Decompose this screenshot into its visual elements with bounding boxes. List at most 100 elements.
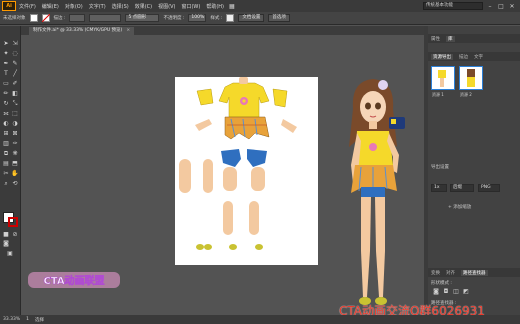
rotate-tool-icon[interactable]: ↻ <box>2 100 10 108</box>
screen-mode-icon[interactable]: ▣ <box>6 250 14 258</box>
exclude-icon[interactable]: ◩ <box>462 288 470 296</box>
tab-type[interactable]: 文字 <box>474 54 483 60</box>
tab-pathfinder[interactable]: 路径查找器 <box>461 269 488 276</box>
menu-type[interactable]: 文字(T) <box>86 3 109 10</box>
direct-selection-tool-icon[interactable]: ⇲ <box>11 40 19 48</box>
line-tool-icon[interactable]: ╱ <box>11 70 19 78</box>
preferences-button[interactable]: 首选项 <box>268 14 290 22</box>
arrange-documents-icon[interactable]: ▦ <box>229 3 235 10</box>
asset-label-2: 资源 2 <box>460 92 472 97</box>
brush-field[interactable]: 5 点圆形 <box>125 14 160 22</box>
rectangle-tool-icon[interactable]: ▭ <box>2 80 10 88</box>
tab-properties[interactable]: 属性 <box>431 36 440 42</box>
format-select[interactable]: PNG <box>478 184 500 192</box>
menu-window[interactable]: 窗口(W) <box>178 3 203 10</box>
opacity-label: 不透明度 : <box>163 16 185 21</box>
maximize-button[interactable]: □ <box>497 3 505 10</box>
document-tab[interactable]: 制作文件.ai* @ 33.33% (CMYK/GPU 预览) × <box>29 27 135 35</box>
workspace-select[interactable]: 传统基本功能 <box>423 2 483 10</box>
magic-wand-tool-icon[interactable]: ✦ <box>2 50 10 58</box>
minimize-button[interactable]: – <box>486 3 494 10</box>
panel-top-tabs: 属性 库 <box>428 34 520 43</box>
zoom-tool-icon[interactable]: ⌕ <box>2 180 10 188</box>
fill-stroke-control[interactable] <box>3 212 18 227</box>
app-logo: Ai <box>2 1 16 11</box>
shape-builder-tool-icon[interactable]: ◐ <box>2 120 10 128</box>
menu-view[interactable]: 视图(V) <box>155 3 178 10</box>
rotate-view-tool-icon[interactable]: ⟲ <box>11 180 19 188</box>
lasso-tool-icon[interactable]: ◌ <box>11 50 19 58</box>
menu-bar: Ai 文件(F) 编辑(E) 对象(O) 文字(T) 选择(S) 效果(C) 视… <box>0 0 520 12</box>
gradient-tool-icon[interactable]: ▥ <box>2 140 10 148</box>
paintbrush-tool-icon[interactable]: ✐ <box>11 80 19 88</box>
curvature-tool-icon[interactable]: ✎ <box>11 60 19 68</box>
tab-align[interactable]: 对齐 <box>446 270 455 276</box>
document-tab-label: 制作文件.ai* @ 33.33% (CMYK/GPU 预览) <box>33 28 123 33</box>
tab-transform[interactable]: 变换 <box>431 270 440 276</box>
width-tool-icon[interactable]: ⟗ <box>2 110 10 118</box>
free-transform-tool-icon[interactable]: ⬚ <box>11 110 19 118</box>
unite-icon[interactable]: ◙ <box>432 288 440 296</box>
close-button[interactable]: ✕ <box>508 3 516 10</box>
intersect-icon[interactable]: ◫ <box>452 288 460 296</box>
shaper-tool-icon[interactable]: ✏ <box>2 90 10 98</box>
selection-tool-icon[interactable]: ➤ <box>2 40 10 48</box>
style-label: 样式 : <box>210 16 223 21</box>
style-swatch[interactable] <box>226 14 235 22</box>
live-paint-tool-icon[interactable]: ◑ <box>11 120 19 128</box>
tools-panel: ➤ ⇲ ✦ ◌ ✒ ✎ T ╱ ▭ ✐ ✏ ◧ ↻ ⤡ ⟗ ⬚ ◐ ◑ ⊞ ⊠ … <box>0 26 21 315</box>
panel-sub-tabs: 资源导出 描边 文字 <box>428 52 520 61</box>
document-setup-button[interactable]: 文档设置 <box>238 14 265 22</box>
menu-effect[interactable]: 效果(C) <box>132 3 155 10</box>
minus-front-icon[interactable]: ◘ <box>442 288 450 296</box>
tab-asset-export[interactable]: 资源导出 <box>431 53 453 60</box>
none-mode-icon[interactable]: ⊘ <box>11 231 19 239</box>
status-bar: 33.33% 1 选择 <box>0 315 520 324</box>
assembled-character-artwork <box>349 79 405 305</box>
status-mode[interactable]: 选择 <box>35 317 44 323</box>
mesh-tool-icon[interactable]: ⊠ <box>11 130 19 138</box>
asset-thumbnail-1[interactable] <box>431 66 455 90</box>
eraser-tool-icon[interactable]: ◧ <box>11 90 19 98</box>
tab-libraries[interactable]: 库 <box>446 35 455 42</box>
opacity-field[interactable]: 100% <box>188 14 207 22</box>
blend-tool-icon[interactable]: ⧉ <box>2 150 10 158</box>
svg-text:CTA动画联盟: CTA动画联盟 <box>43 274 104 287</box>
zoom-level[interactable]: 33.33% <box>3 317 20 322</box>
close-tab-icon[interactable]: × <box>126 28 130 33</box>
menu-edit[interactable]: 编辑(E) <box>39 3 62 10</box>
perspective-grid-tool-icon[interactable]: ⊞ <box>2 130 10 138</box>
artboard-number[interactable]: 1 <box>26 317 29 322</box>
artboard[interactable] <box>175 77 318 265</box>
variable-width-field[interactable] <box>89 14 122 22</box>
menu-file[interactable]: 文件(F) <box>16 3 39 10</box>
right-panel: 属性 库 资源导出 描边 文字 资源 1 资源 2 导出设置 1x 后缀 PNG… <box>428 26 520 315</box>
color-mode-icon[interactable]: ■ <box>2 231 10 239</box>
artboard-tool-icon[interactable]: ⬒ <box>11 160 19 168</box>
scale-field[interactable]: 1x <box>431 184 447 192</box>
none-slash-icon <box>41 14 50 22</box>
slice-tool-icon[interactable]: ✂ <box>2 170 10 178</box>
symbol-sprayer-tool-icon[interactable]: ❋ <box>11 150 19 158</box>
stroke-weight-field[interactable] <box>69 14 86 22</box>
type-tool-icon[interactable]: T <box>2 70 10 78</box>
eyedropper-tool-icon[interactable]: ✑ <box>11 140 19 148</box>
stroke-swatch[interactable] <box>41 14 50 22</box>
draw-mode-icon[interactable]: ◙ <box>2 240 10 248</box>
tab-stroke[interactable]: 描边 <box>459 54 468 60</box>
menu-object[interactable]: 对象(O) <box>62 3 86 10</box>
asset-thumbnail-2[interactable] <box>459 66 483 90</box>
pen-tool-icon[interactable]: ✒ <box>2 60 10 68</box>
export-settings-label: 导出设置 <box>431 165 449 170</box>
graph-tool-icon[interactable]: ▤ <box>2 160 10 168</box>
control-bar: 未选择对象 描边 : 5 点圆形 不透明度 : 100% 样式 : 文档设置 首… <box>0 12 520 25</box>
fill-swatch[interactable] <box>29 14 38 22</box>
add-scale-button[interactable]: + 添加缩放 <box>448 204 471 210</box>
shape-mode-label: 形状模式 : <box>431 281 452 286</box>
hand-tool-icon[interactable]: ✋ <box>11 170 19 178</box>
scale-tool-icon[interactable]: ⤡ <box>11 100 19 108</box>
stroke-color-square[interactable] <box>8 217 18 227</box>
menu-select[interactable]: 选择(S) <box>109 3 132 10</box>
suffix-field[interactable]: 后缀 <box>450 184 474 192</box>
menu-help[interactable]: 帮助(H) <box>203 3 227 10</box>
